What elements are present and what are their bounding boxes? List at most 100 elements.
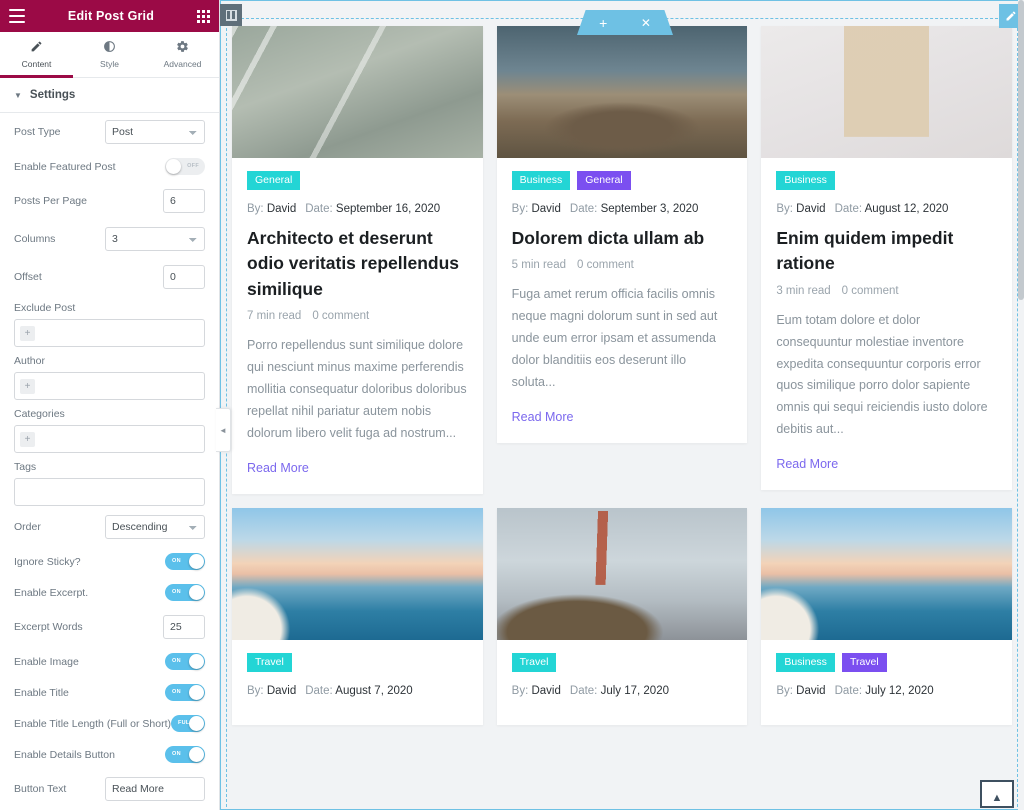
post-thumbnail[interactable]	[496, 507, 748, 640]
hamburger-icon[interactable]	[9, 9, 25, 23]
post-thumbnail[interactable]	[761, 26, 1012, 158]
post-body: Travel By: David Date: July 17, 2020	[497, 640, 748, 725]
categories-input[interactable]: +	[14, 425, 205, 453]
post-categories: General	[247, 171, 468, 191]
post-thumbnail[interactable]	[496, 26, 748, 158]
post-title[interactable]: Enim quidem impedit ratione	[776, 226, 997, 277]
category-badge[interactable]: Travel	[841, 652, 887, 672]
toggle-knob	[166, 159, 181, 174]
tab-advanced-label: Advanced	[163, 59, 202, 69]
grid-apps-icon[interactable]	[196, 9, 210, 23]
post-image-golden-gate-bridge-fog	[496, 507, 748, 640]
post-card[interactable]: Travel By: David Date: July 17, 2020	[496, 507, 748, 725]
control-enable-title: Enable Title ON	[0, 677, 219, 708]
exclude-post-input[interactable]: +	[14, 319, 205, 347]
post-author[interactable]: David	[528, 685, 560, 697]
post-date: July 17, 2020	[597, 684, 669, 697]
scrollbar-thumb[interactable]	[1018, 0, 1024, 300]
canvas-scrollbar[interactable]	[1018, 0, 1024, 810]
excerpt-words-input[interactable]	[163, 615, 205, 639]
control-enable-featured-post: Enable Featured Post OFF	[0, 151, 219, 182]
back-to-top-button[interactable]: ▲	[980, 780, 1014, 808]
offset-input[interactable]	[163, 265, 205, 289]
enable-title-toggle[interactable]: ON	[165, 684, 205, 701]
category-badge[interactable]: General	[247, 171, 301, 191]
read-time: 7 min read	[247, 310, 302, 323]
ignore-sticky-label: Ignore Sticky?	[14, 555, 81, 568]
toggle-knob	[189, 554, 204, 569]
category-badge[interactable]: Business	[511, 171, 571, 191]
post-title[interactable]: Architecto et deserunt odio veritatis re…	[247, 226, 468, 302]
arrow-up-icon: ▲	[991, 792, 1003, 804]
enable-details-button-label: Enable Details Button	[14, 748, 115, 761]
post-thumbnail[interactable]	[232, 26, 483, 158]
category-badge[interactable]: General	[577, 171, 631, 191]
read-more-link[interactable]: Read More	[776, 457, 838, 471]
tags-label: Tags	[14, 461, 37, 473]
add-token-icon[interactable]: +	[20, 378, 35, 394]
section-float-toolbar: + ✕	[577, 10, 673, 35]
by-label: By:	[776, 203, 793, 216]
excerpt-words-label: Excerpt Words	[14, 621, 83, 633]
author-input[interactable]: +	[14, 372, 205, 400]
plus-icon[interactable]: +	[599, 16, 607, 30]
post-grid: General By: David Date: September 16, 2020…	[228, 20, 1016, 810]
enable-excerpt-toggle[interactable]: ON	[165, 584, 205, 601]
category-badge[interactable]: Travel	[511, 652, 557, 672]
post-categories: Travel	[247, 652, 468, 672]
button-text-input[interactable]	[105, 777, 205, 801]
post-author[interactable]: David	[264, 203, 296, 215]
post-thumbnail[interactable]	[761, 507, 1012, 640]
enable-image-toggle[interactable]: ON	[165, 653, 205, 670]
tab-content[interactable]: Content	[0, 32, 73, 78]
columns-select[interactable]: 3	[105, 227, 205, 251]
post-meta: By: David Date: September 16, 2020	[247, 203, 468, 215]
enable-title-length-toggle[interactable]: FULL	[171, 715, 205, 732]
post-author[interactable]: David	[793, 203, 825, 215]
post-thumbnail[interactable]	[232, 507, 483, 640]
toggle-knob	[189, 685, 204, 700]
order-select[interactable]: Descending	[105, 515, 205, 539]
post-card[interactable]: Business General By: David Date: September …	[496, 26, 748, 443]
posts-per-page-input[interactable]	[163, 189, 205, 213]
editor-panel: Edit Post Grid Content Style Advanced ▼ …	[0, 0, 220, 810]
post-card[interactable]: Business Travel By: David Date: July 12, 20…	[761, 507, 1012, 725]
post-card[interactable]: General By: David Date: September 16, 2020…	[232, 26, 483, 494]
panel-scroll-area[interactable]: ▼ Settings Post Type Post Enable Feature…	[0, 78, 219, 810]
section-settings-label: Settings	[29, 89, 76, 101]
post-author[interactable]: David	[528, 203, 560, 215]
read-more-link[interactable]: Read More	[512, 410, 574, 424]
panel-tabs: Content Style Advanced	[0, 32, 219, 78]
post-type-select[interactable]: Post	[105, 120, 205, 144]
post-type-label: Post Type	[14, 126, 61, 138]
post-card[interactable]: Travel By: David Date: August 7, 2020	[232, 507, 483, 725]
column-handle-icon[interactable]	[220, 4, 242, 26]
post-author[interactable]: David	[793, 685, 825, 697]
enable-featured-post-toggle[interactable]: OFF	[165, 158, 205, 175]
post-image-volcano-landscape	[496, 26, 748, 158]
enable-details-button-toggle[interactable]: ON	[165, 746, 205, 763]
tab-style[interactable]: Style	[73, 32, 146, 77]
comment-count: 0 comment	[841, 284, 899, 297]
enable-title-label: Enable Title	[14, 686, 69, 699]
post-author[interactable]: David	[264, 685, 296, 697]
post-card[interactable]: Business By: David Date: August 12, 2020 En…	[761, 26, 1012, 491]
close-icon[interactable]: ✕	[641, 17, 651, 29]
post-body: Business Travel By: David Date: July 12, 20…	[761, 640, 1012, 725]
add-token-icon[interactable]: +	[20, 325, 35, 341]
control-enable-excerpt: Enable Excerpt. ON	[0, 577, 219, 608]
post-readinfo: 5 min read 0 comment	[512, 259, 733, 271]
post-title[interactable]: Dolorem dicta ullam ab	[512, 226, 733, 251]
category-badge[interactable]: Business	[776, 652, 835, 672]
tab-advanced[interactable]: Advanced	[146, 32, 219, 77]
ignore-sticky-toggle[interactable]: ON	[165, 553, 205, 570]
section-settings[interactable]: ▼ Settings	[0, 78, 219, 113]
post-excerpt: Porro repellendus sunt similique dolore …	[247, 338, 467, 440]
panel-collapse-handle[interactable]: ◄	[216, 408, 231, 452]
author-label: Author	[14, 355, 45, 367]
add-token-icon[interactable]: +	[20, 431, 35, 447]
read-more-link[interactable]: Read More	[247, 461, 309, 475]
tags-input[interactable]	[14, 478, 205, 506]
category-badge[interactable]: Travel	[247, 652, 292, 672]
category-badge[interactable]: Business	[776, 171, 835, 191]
